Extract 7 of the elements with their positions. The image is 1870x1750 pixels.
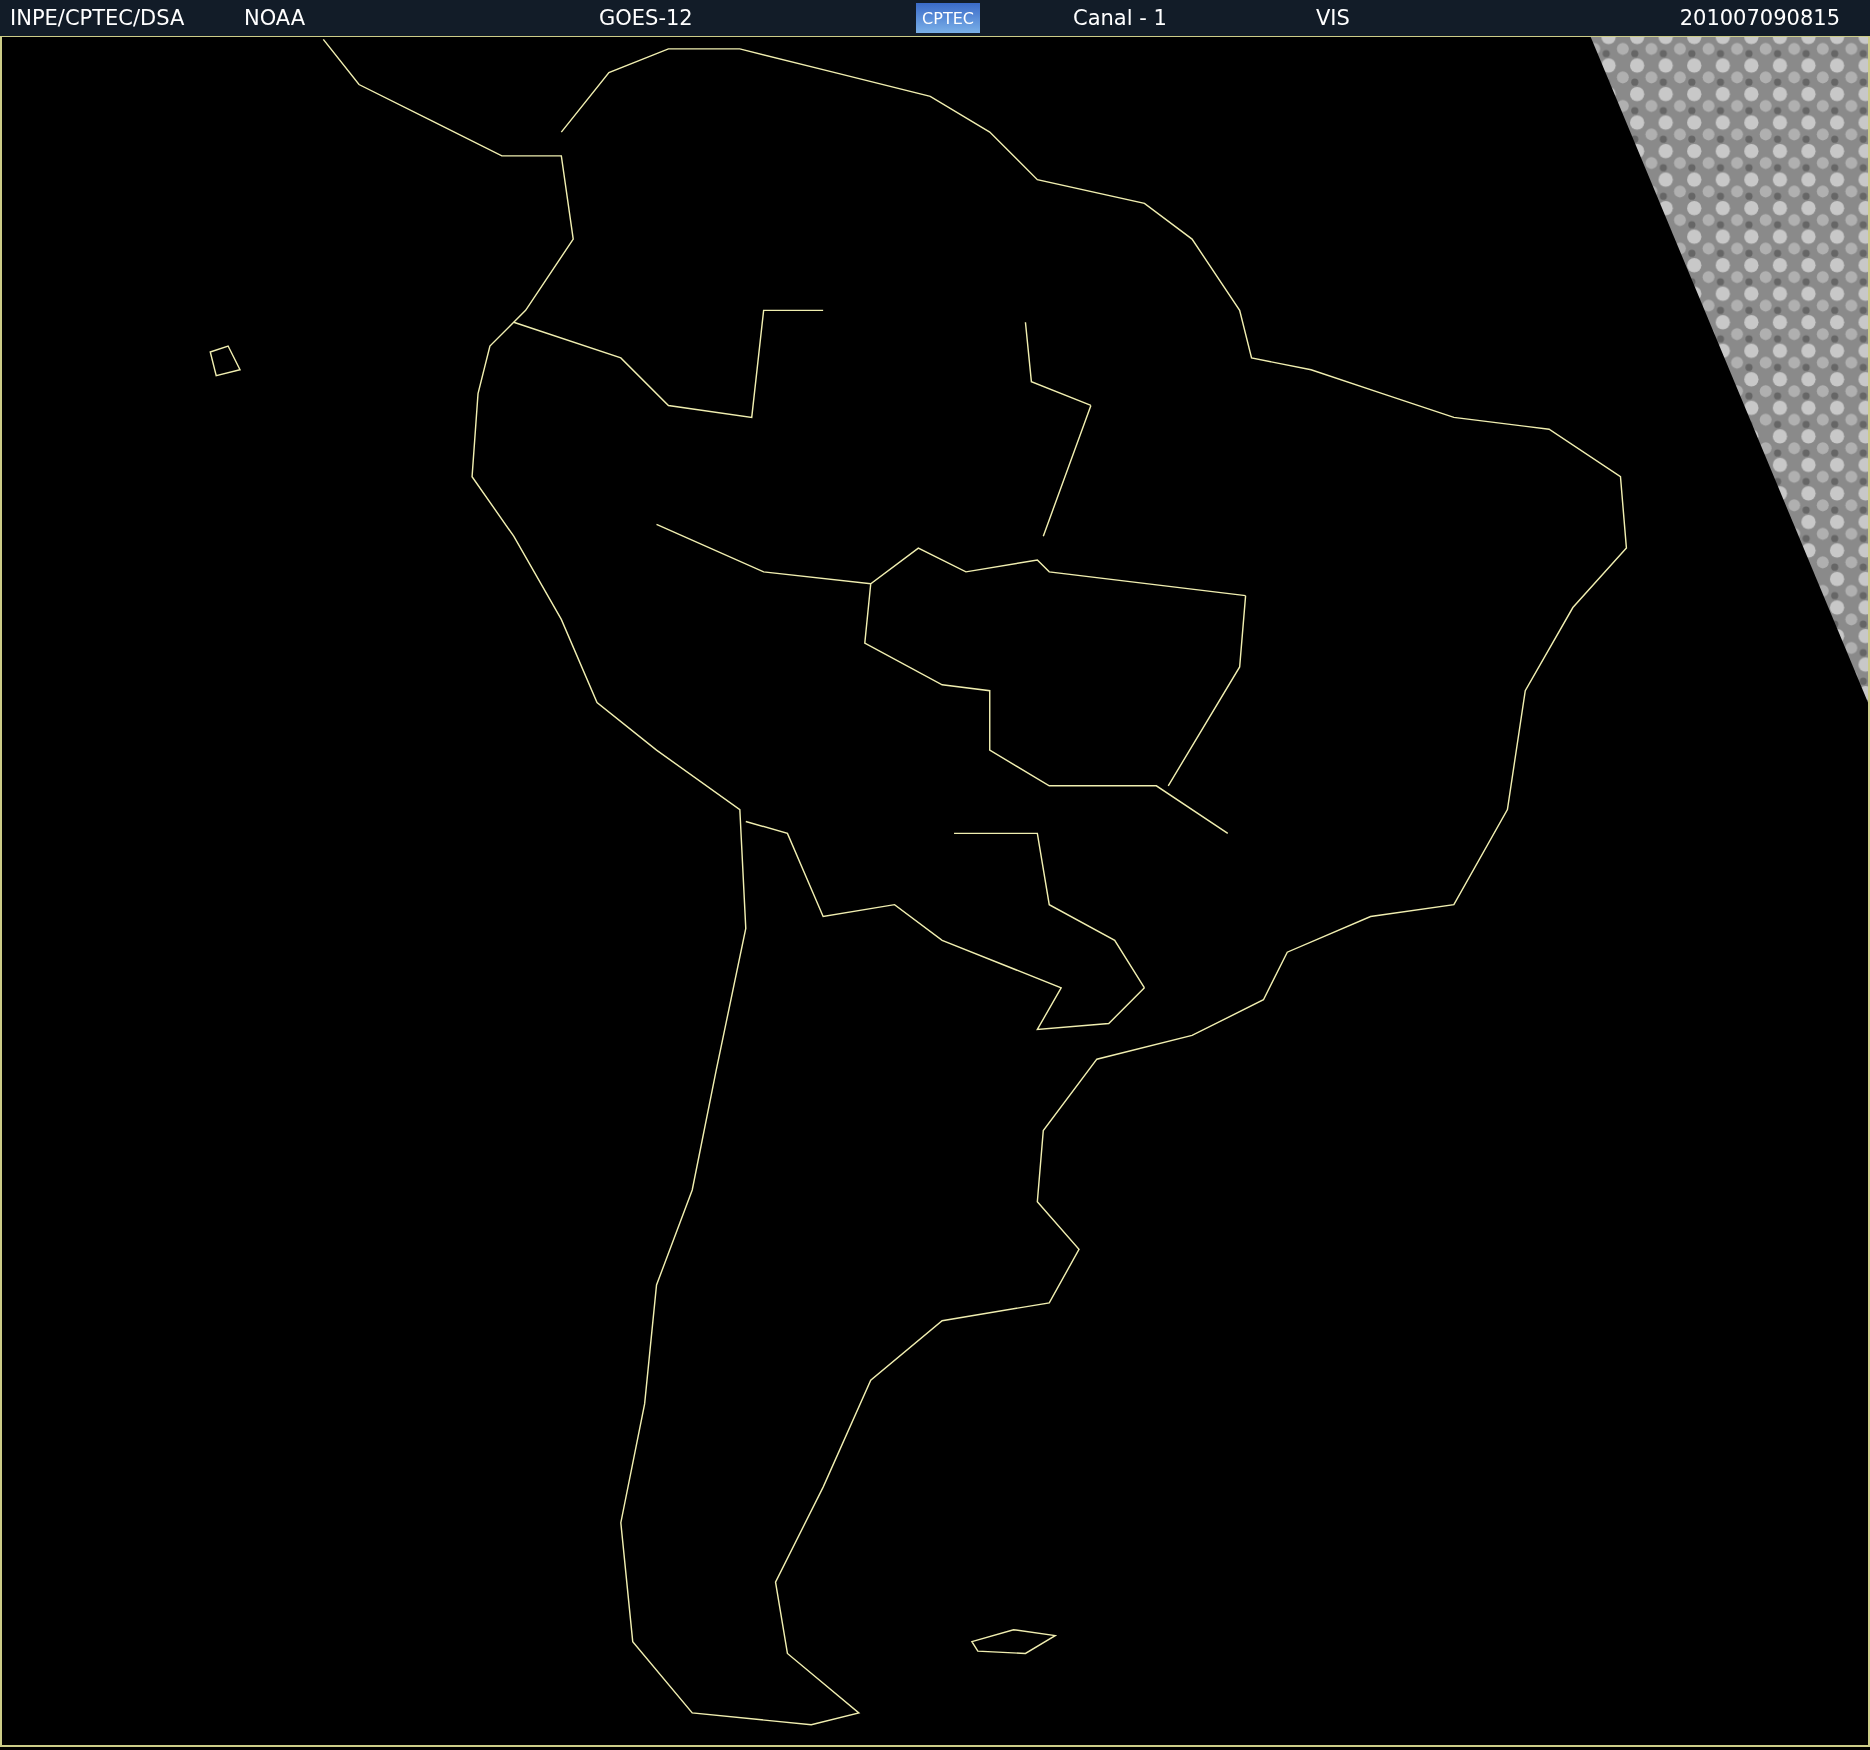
agency-label: NOAA: [244, 6, 307, 30]
logo-badge: CPTEC: [916, 3, 980, 33]
band-label: VIS: [1316, 6, 1351, 30]
channel-label: Canal - 1: [1073, 6, 1168, 30]
satellite-label: GOES-12: [599, 6, 694, 30]
timestamp-label: 201007090815: [1679, 6, 1840, 30]
source-label: INPE/CPTEC/DSA: [10, 6, 186, 30]
